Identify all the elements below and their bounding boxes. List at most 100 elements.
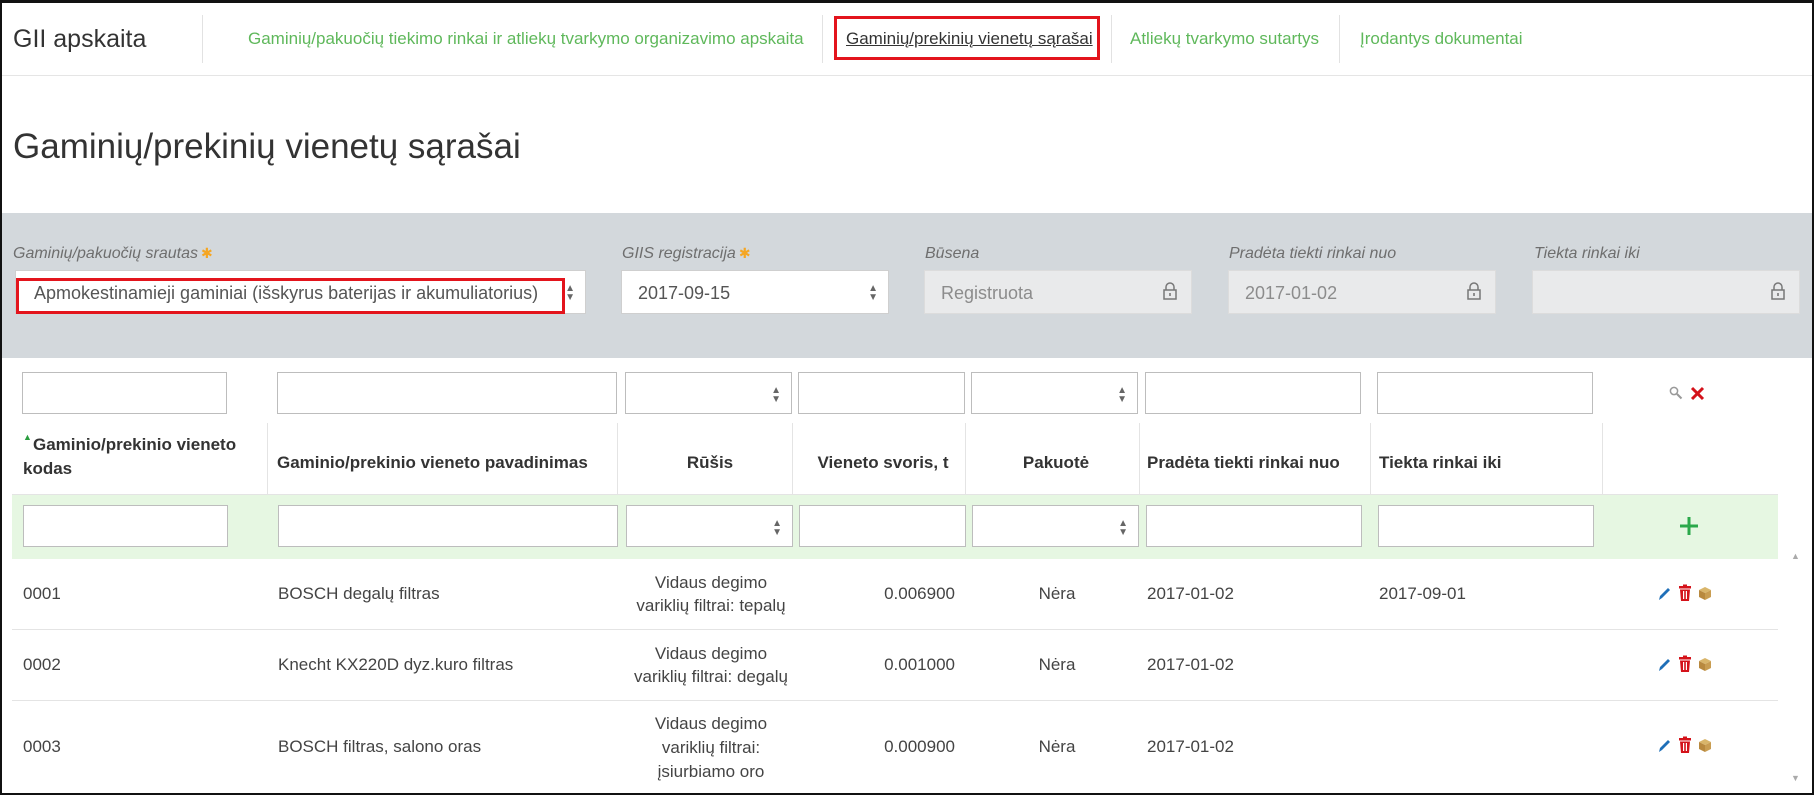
required-asterisk-icon: ✱ — [200, 245, 213, 261]
delete-icon[interactable] — [1677, 584, 1693, 602]
cell-type: Vidaus degimo variklių filtrai: degalų — [626, 642, 796, 688]
lock-icon — [1163, 282, 1177, 300]
filter-type-select[interactable]: ▲ ▼ — [625, 372, 792, 414]
status-field: Registruota — [924, 270, 1192, 314]
cell-type-line: Vidaus degimo — [654, 714, 768, 733]
col-header-name[interactable]: Gaminio/prekinio vieneto pavadinimas — [277, 453, 588, 473]
filter-to-input[interactable] — [1377, 372, 1593, 414]
nav-link-accounting[interactable]: Gaminių/pakuočių tiekimo rinkai ir atlie… — [248, 29, 804, 49]
column-divider — [267, 423, 268, 495]
package-icon[interactable] — [1697, 656, 1713, 674]
delete-icon[interactable] — [1677, 736, 1693, 754]
supply-to-label: Tiekta rinkai iki — [1534, 245, 1640, 262]
nav-divider — [822, 15, 823, 63]
supply-from-label: Pradėta tiekti rinkai nuo — [1229, 245, 1397, 262]
scroll-up-icon[interactable]: ▲ — [1791, 551, 1800, 561]
package-icon[interactable] — [1697, 737, 1713, 755]
col-header-package[interactable]: Pakuotė — [971, 453, 1141, 473]
delete-icon[interactable] — [1677, 655, 1693, 673]
stream-select-highlight — [16, 278, 565, 314]
filter-from-input[interactable] — [1145, 372, 1361, 414]
cell-name: BOSCH filtras, salono oras — [278, 737, 482, 756]
filter-code-input[interactable] — [22, 372, 227, 414]
stream-label-text: Gaminių/pakuočių srautas — [13, 245, 198, 262]
required-asterisk-icon: ✱ — [738, 245, 751, 261]
status-field-value: Registruota — [941, 283, 1034, 303]
add-icon[interactable] — [1679, 516, 1699, 536]
filter-package-select[interactable]: ▲ ▼ — [971, 372, 1138, 414]
cell-supply-from: 2017-01-02 — [1147, 737, 1234, 756]
supply-to-field — [1532, 270, 1800, 314]
cell-type-line: variklių filtrai: degalų — [633, 667, 788, 686]
add-package-select[interactable]: ▲ ▼ — [972, 505, 1139, 547]
cell-type-line: Vidaus degimo — [654, 573, 768, 592]
add-weight-input[interactable] — [799, 505, 966, 547]
page-title: Gaminių/prekinių vienetų sąrašai — [13, 127, 521, 166]
cell-type-line: variklių filtrai: — [661, 738, 761, 757]
registration-label-text: GIIS registracija — [622, 245, 736, 262]
filter-weight-input[interactable] — [798, 372, 965, 414]
status-label: Būsena — [925, 245, 980, 262]
supply-from-field-value: 2017-01-02 — [1245, 283, 1338, 303]
app-title: GII apskaita — [13, 25, 147, 53]
lock-icon — [1467, 282, 1481, 300]
nav-divider — [202, 15, 203, 63]
edit-icon[interactable] — [1657, 585, 1673, 603]
scroll-down-icon[interactable]: ▼ — [1791, 773, 1800, 783]
cell-weight: 0.000900 — [884, 737, 955, 756]
cell-supply-from: 2017-01-02 — [1147, 655, 1234, 674]
column-divider — [1602, 423, 1603, 495]
table-row[interactable]: 0002 Knecht KX220D dyz.kuro filtras Vida… — [12, 630, 1778, 701]
column-divider — [617, 423, 618, 495]
nav-link-waste-contracts[interactable]: Atliekų tvarkymo sutartys — [1130, 29, 1319, 49]
registration-label: GIIS registracija ✱ — [622, 245, 751, 263]
edit-icon[interactable] — [1657, 656, 1673, 674]
add-code-input[interactable] — [23, 505, 228, 547]
add-from-input[interactable] — [1146, 505, 1362, 547]
select-arrows-icon: ▲ ▼ — [772, 518, 782, 538]
clear-filter-icon[interactable] — [1690, 386, 1705, 401]
package-icon[interactable] — [1697, 585, 1713, 603]
cell-code: 0001 — [23, 584, 61, 603]
add-to-input[interactable] — [1378, 505, 1594, 547]
table-row[interactable]: 0003 BOSCH filtras, salono oras Vidaus d… — [12, 701, 1778, 793]
top-navigation: GII apskaita Gaminių/pakuočių tiekimo ri… — [2, 3, 1812, 76]
cell-weight: 0.006900 — [884, 584, 955, 603]
add-name-input[interactable] — [278, 505, 618, 547]
col-header-supply-from[interactable]: Pradėta tiekti rinkai nuo — [1147, 453, 1340, 473]
table-row[interactable]: 0001 BOSCH degalų filtras Vidaus degimo … — [12, 559, 1778, 630]
products-table: ▲ ▼ ▲ ▼ ▲ Gaminio/prekinio vieneto kodas G… — [12, 358, 1778, 793]
cell-supply-to: 2017-09-01 — [1379, 584, 1466, 603]
col-header-weight[interactable]: Vieneto svoris, t — [798, 453, 968, 473]
app-window: GII apskaita Gaminių/pakuočių tiekimo ri… — [0, 0, 1814, 795]
cell-code: 0002 — [23, 655, 61, 674]
cell-type: Vidaus degimo variklių filtrai: įsiurbia… — [626, 712, 796, 784]
col-header-supply-to[interactable]: Tiekta rinkai iki — [1379, 453, 1502, 473]
filter-name-input[interactable] — [277, 372, 617, 414]
cell-name: BOSCH degalų filtras — [278, 584, 440, 603]
table-scrollbar[interactable]: ▲ ▼ — [1788, 551, 1804, 791]
registration-select-value: 2017-09-15 — [638, 283, 731, 303]
cell-package: Nėra — [1038, 737, 1076, 756]
cell-code: 0003 — [23, 737, 61, 756]
select-arrows-icon: ▲ ▼ — [565, 283, 575, 303]
cell-weight: 0.001000 — [884, 655, 955, 674]
edit-icon[interactable] — [1657, 737, 1673, 755]
col-header-type[interactable]: Rūšis — [625, 453, 795, 473]
nav-divider — [1111, 15, 1112, 63]
nav-link-proof-documents[interactable]: Įrodantys dokumentai — [1360, 29, 1523, 49]
table-filter-row: ▲ ▼ ▲ ▼ — [12, 358, 1778, 423]
cell-type-line: Vidaus degimo — [654, 644, 768, 663]
cell-type: Vidaus degimo variklių filtrai: tepalų — [626, 571, 796, 617]
registration-select[interactable]: 2017-09-15 ▲ ▼ — [621, 270, 889, 314]
lock-icon — [1771, 282, 1785, 300]
column-divider — [1370, 423, 1371, 495]
add-type-select[interactable]: ▲ ▼ — [626, 505, 793, 547]
col-header-code[interactable]: Gaminio/prekinio vieneto kodas — [23, 433, 238, 481]
search-icon[interactable] — [1669, 386, 1683, 400]
add-row: ▲ ▼ ▲ ▼ — [12, 494, 1778, 560]
nav-divider — [1339, 15, 1340, 63]
supply-from-field: 2017-01-02 — [1228, 270, 1496, 314]
select-arrows-icon: ▲ ▼ — [1118, 518, 1128, 538]
cell-name: Knecht KX220D dyz.kuro filtras — [278, 655, 514, 674]
